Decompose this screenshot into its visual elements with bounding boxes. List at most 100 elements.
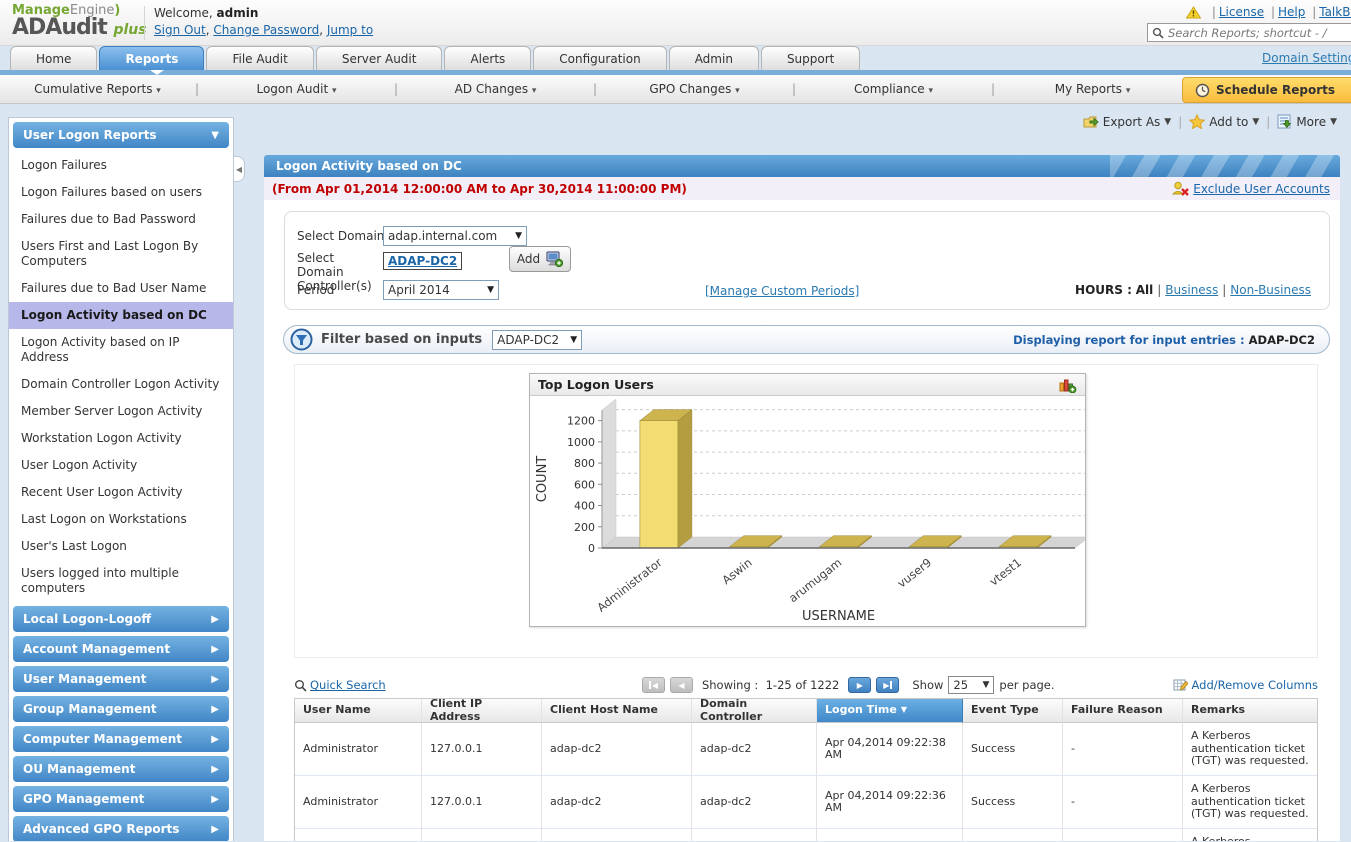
table-header-row: User Name Client IP Address Client Host … [295, 699, 1317, 723]
svg-text:200: 200 [574, 521, 595, 534]
domain-select[interactable]: adap.internal.com▼ [383, 226, 527, 246]
sign-out-link[interactable]: Sign Out [154, 23, 206, 37]
change-password-link[interactable]: Change Password [213, 23, 319, 37]
talkback-link[interactable]: TalkBack [1319, 5, 1351, 19]
col-client-host[interactable]: Client Host Name [542, 699, 692, 723]
subnav-item-compliance[interactable]: Compliance ▾ [796, 82, 991, 96]
sidebar-item-member-server-logon-activity[interactable]: Member Server Logon Activity [9, 398, 233, 425]
table-row[interactable]: Administrator127.0.0.1adap-dc2adap-dc2Ap… [295, 776, 1317, 829]
col-domain-controller[interactable]: Domain Controller [692, 699, 817, 723]
sidebar-item-user-s-last-logon[interactable]: User's Last Logon [9, 533, 233, 560]
col-user-name[interactable]: User Name [295, 699, 422, 723]
tab-configuration[interactable]: Configuration [533, 46, 666, 70]
license-link[interactable]: License [1219, 5, 1264, 19]
sidebar-item-recent-user-logon-activity[interactable]: Recent User Logon Activity [9, 479, 233, 506]
col-remarks[interactable]: Remarks [1183, 699, 1317, 723]
domain-settings-link[interactable]: Domain Settings [1262, 51, 1351, 65]
first-page-button[interactable]: ◀ [642, 677, 665, 693]
table-row[interactable]: Administrator127.0.0.1adap-dc2adap-dc2Ap… [295, 723, 1317, 776]
add-to-button[interactable]: Add to▼ [1189, 114, 1259, 129]
col-failure-reason[interactable]: Failure Reason [1063, 699, 1183, 723]
hours-non-business-link[interactable]: Non-Business [1230, 283, 1311, 297]
sidebar-section-group-management[interactable]: Group Management▶ [13, 696, 229, 722]
col-event-type[interactable]: Event Type [963, 699, 1063, 723]
sidebar-section-advanced-gpo-reports[interactable]: Advanced GPO Reports▶ [13, 816, 229, 841]
sidebar-item-domain-controller-logon-activity[interactable]: Domain Controller Logon Activity [9, 371, 233, 398]
sidebar-section-ou-management[interactable]: OU Management▶ [13, 756, 229, 782]
col-client-ip[interactable]: Client IP Address [422, 699, 542, 723]
caret-down-icon: ▾ [1126, 86, 1131, 96]
svg-text:1200: 1200 [567, 415, 595, 428]
sidebar-item-logon-failures[interactable]: Logon Failures [9, 152, 233, 179]
quick-search-link[interactable]: Quick Search [310, 678, 386, 692]
sidebar-section-account-management[interactable]: Account Management▶ [13, 636, 229, 662]
chart-options-icon[interactable] [1059, 377, 1077, 393]
search-icon [294, 679, 307, 692]
schedule-reports-button[interactable]: Schedule Reports [1182, 77, 1351, 103]
tab-server-audit[interactable]: Server Audit [316, 46, 443, 70]
last-page-button[interactable]: ▶ [876, 677, 899, 693]
tab-support[interactable]: Support [761, 46, 860, 70]
sidebar-item-logon-activity-based-on-ip-address[interactable]: Logon Activity based on IP Address [9, 329, 233, 371]
more-button[interactable]: More▼ [1277, 114, 1337, 129]
sidebar-item-logon-activity-based-on-dc[interactable]: Logon Activity based on DC [9, 302, 233, 329]
subnav-item-cumulative-reports[interactable]: Cumulative Reports ▾ [0, 82, 195, 96]
table-row[interactable]: A Kerberos authentication ticket (TGT) w… [295, 829, 1317, 841]
col-logon-time-sorted[interactable]: Logon Time▼ [817, 699, 963, 723]
hours-all[interactable]: All [1136, 283, 1154, 297]
help-link[interactable]: Help [1278, 5, 1305, 19]
hours-business-link[interactable]: Business [1165, 283, 1218, 297]
svg-text:Administrator: Administrator [594, 555, 665, 614]
sidebar-item-failures-due-to-bad-user-name[interactable]: Failures due to Bad User Name [9, 275, 233, 302]
tab-admin[interactable]: Admin [669, 46, 759, 70]
sidebar-item-workstation-logon-activity[interactable]: Workstation Logon Activity [9, 425, 233, 452]
previous-page-button[interactable]: ◀ [670, 677, 693, 693]
warning-icon[interactable]: ! [1186, 6, 1201, 19]
add-remove-columns-link[interactable]: Add/Remove Columns [1192, 678, 1319, 692]
sidebar-section-user-logon-reports[interactable]: User Logon Reports ▼ [13, 122, 229, 148]
tab-home[interactable]: Home [10, 46, 97, 70]
reports-sidebar: User Logon Reports ▼ Logon FailuresLogon… [8, 117, 234, 841]
add-dc-button[interactable]: Add [509, 246, 571, 272]
page-size-select[interactable]: 25▼ [948, 676, 994, 694]
sidebar-item-users-first-and-last-logon-by-computers[interactable]: Users First and Last Logon By Computers [9, 233, 233, 275]
table-toolbar: Quick Search ◀ ◀ Showing : 1-25 of 1222 … [294, 672, 1318, 698]
tab-file-audit[interactable]: File Audit [206, 46, 313, 70]
period-label: Period [297, 283, 334, 297]
sidebar-section-computer-management[interactable]: Computer Management▶ [13, 726, 229, 752]
sidebar-section-gpo-management[interactable]: GPO Management▶ [13, 786, 229, 812]
caret-down-icon: ▾ [532, 86, 537, 96]
select-domain-label: Select Domain [297, 229, 384, 243]
sidebar-item-user-logon-activity[interactable]: User Logon Activity [9, 452, 233, 479]
tab-alerts[interactable]: Alerts [444, 46, 531, 70]
chevron-down-icon: ▼ [211, 130, 219, 141]
report-date-row: (From Apr 01,2014 12:00:00 AM to Apr 30,… [264, 177, 1340, 200]
manage-custom-periods-link[interactable]: [Manage Custom Periods] [705, 284, 859, 298]
search-placeholder: Search Reports; shortcut - / [1168, 26, 1327, 40]
sidebar-collapse-handle[interactable]: ◀ [234, 156, 245, 182]
subnav-item-my-reports[interactable]: My Reports ▾ [995, 82, 1190, 96]
exclude-user-accounts-link[interactable]: Exclude User Accounts [1193, 182, 1330, 196]
chart-section: Top Logon Users 020040060080010001200Adm… [294, 364, 1318, 658]
chevron-right-icon: ▶ [211, 824, 219, 835]
sidebar-section-local-logon-logoff[interactable]: Local Logon-Logoff▶ [13, 606, 229, 632]
sidebar-section-user-management[interactable]: User Management▶ [13, 666, 229, 692]
tab-reports[interactable]: Reports [99, 46, 204, 70]
clock-icon [1195, 83, 1210, 98]
export-as-button[interactable]: Export As▼ [1083, 115, 1171, 129]
displaying-report-text: Displaying report for input entries : AD… [1013, 333, 1315, 347]
subnav-item-gpo-changes[interactable]: GPO Changes ▾ [597, 82, 792, 96]
subnav-item-ad-changes[interactable]: AD Changes ▾ [398, 82, 593, 96]
showing-range: 1-25 of 1222 [766, 678, 840, 692]
sidebar-item-last-logon-on-workstations[interactable]: Last Logon on Workstations [9, 506, 233, 533]
selected-dc-link[interactable]: ADAP-DC2 [383, 252, 462, 270]
period-select[interactable]: April 2014▼ [383, 280, 499, 300]
search-input[interactable]: Search Reports; shortcut - / [1147, 23, 1351, 42]
sidebar-item-logon-failures-based-on-users[interactable]: Logon Failures based on users [9, 179, 233, 206]
next-page-button[interactable]: ▶ [848, 677, 871, 693]
sidebar-item-users-logged-into-multiple-computers[interactable]: Users logged into multiple computers [9, 560, 233, 602]
sidebar-item-failures-due-to-bad-password[interactable]: Failures due to Bad Password [9, 206, 233, 233]
jump-to-link[interactable]: Jump to [327, 23, 373, 37]
subnav-item-logon-audit[interactable]: Logon Audit ▾ [199, 82, 394, 96]
filter-input-select[interactable]: ADAP-DC2▼ [492, 330, 582, 350]
